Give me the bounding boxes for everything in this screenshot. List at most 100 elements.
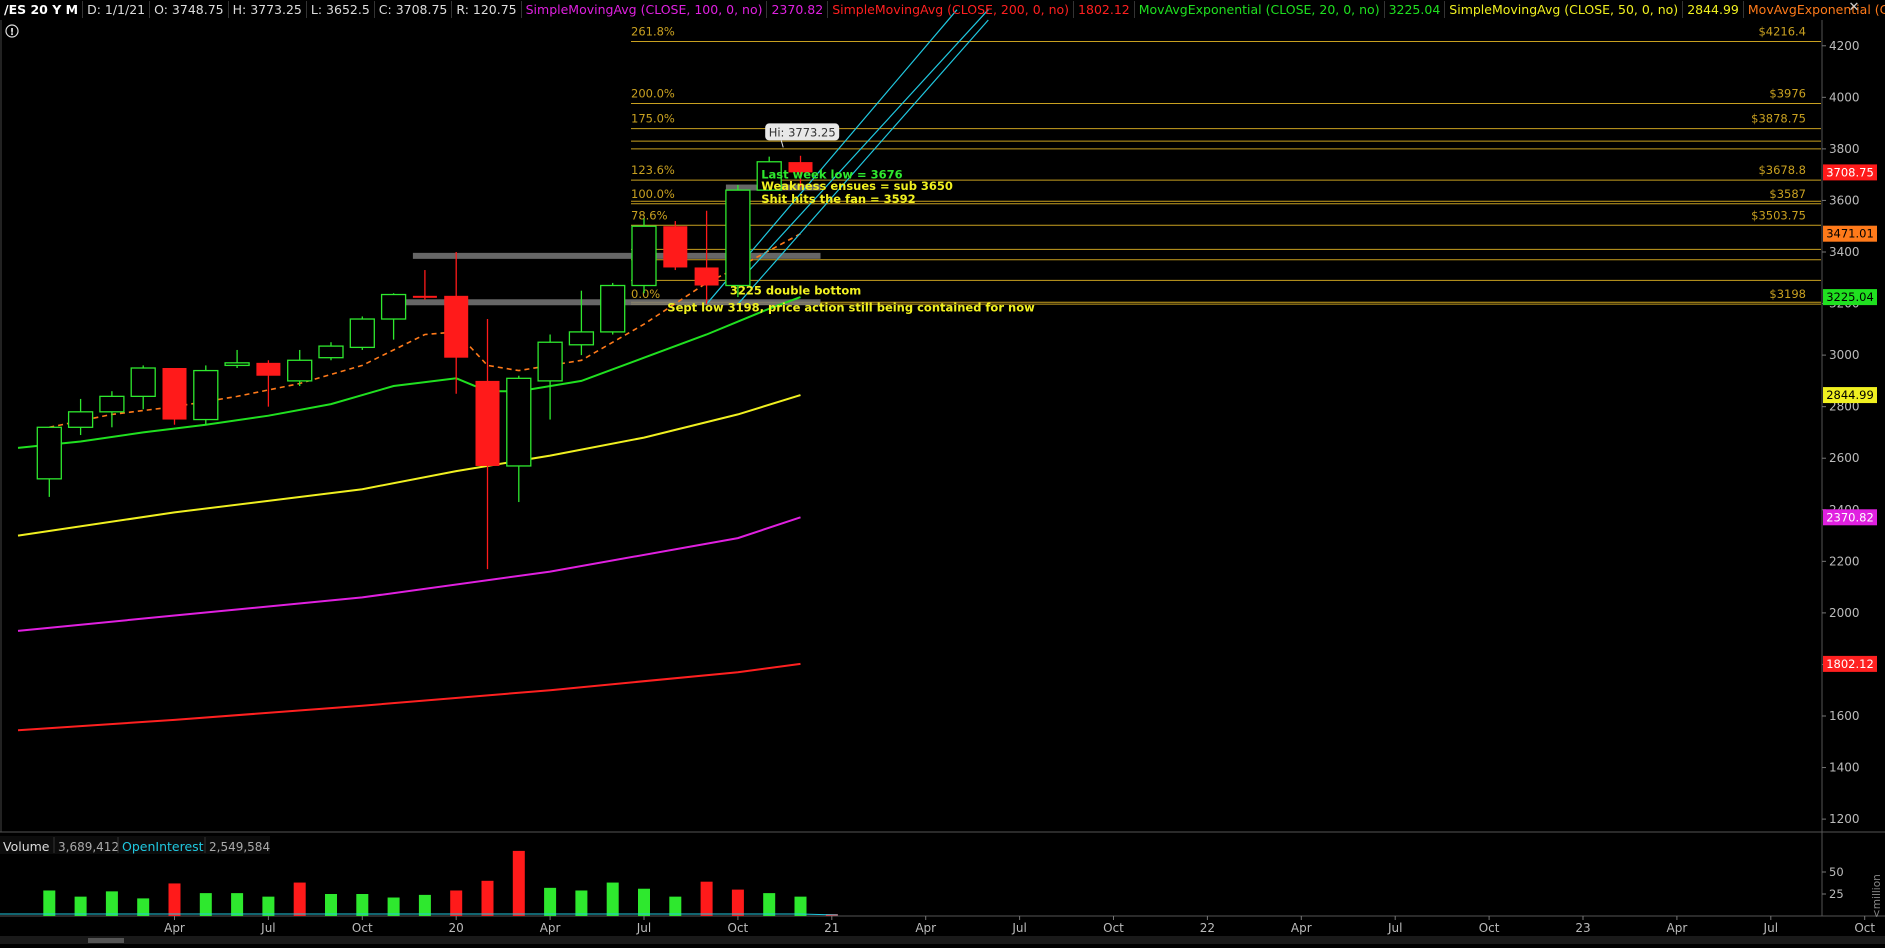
fib-level-pct: 100.0% (631, 187, 675, 201)
candle-body-up (349, 318, 375, 349)
study-legend: SimpleMovingAvg (CLOSE, 100, 0, no) 2370.… (522, 0, 1885, 18)
price-tick-label: 3600 (1829, 193, 1860, 207)
study-legend-label[interactable]: SimpleMovingAvg (CLOSE, 50, 0, no) (1445, 0, 1684, 18)
time-tick-label: Apr (164, 921, 185, 935)
fib-level-price: $4216.4 (1758, 25, 1806, 39)
volume-bar (231, 893, 244, 916)
volume-bar (450, 890, 463, 916)
volume-bar (700, 881, 713, 916)
price-tick-label: 4000 (1829, 90, 1860, 104)
open-interest-label: OpenInterest (122, 839, 204, 854)
volume-bar (137, 898, 150, 916)
candle-body-up (631, 225, 657, 287)
candle-body-down (256, 362, 281, 376)
volume-bar (512, 850, 525, 916)
time-tick-label: 20 (449, 921, 464, 935)
time-tick-label: Apr (540, 921, 561, 935)
study-legend-value: 1802.12 (1074, 0, 1135, 18)
fib-level-pct: 175.0% (631, 112, 675, 126)
candle-body-down (694, 267, 719, 286)
price-chart[interactable]: !120014001600180020002200240026002800300… (0, 0, 1885, 944)
price-tag-value: 2370.82 (1826, 510, 1874, 524)
high-callout-text: Hi: 3773.25 (769, 125, 836, 139)
volume-bar (763, 893, 776, 916)
volume-value: 3,689,412 (58, 840, 119, 854)
price-tag-value: 3225.04 (1826, 290, 1874, 304)
price-tick-label: 2000 (1829, 606, 1860, 620)
fib-level-price: $3587 (1769, 187, 1806, 201)
candle-body-down (412, 295, 437, 298)
price-tick-label: 3800 (1829, 142, 1860, 156)
fib-level-pct: 123.6% (631, 163, 675, 177)
candle-body-up (130, 367, 156, 398)
volume-bar (481, 880, 494, 916)
candle-body-up (224, 362, 250, 367)
time-tick-label: Oct (1479, 921, 1500, 935)
candle-body-up (287, 359, 313, 382)
price-tick-label: 1200 (1829, 812, 1860, 826)
volume-bar (638, 888, 650, 916)
fib-level-pct: 261.8% (631, 25, 675, 39)
volume-bar (43, 890, 56, 916)
time-tick-label: Apr (1667, 921, 1688, 935)
chart-header: /ES 20 Y M D: 1/1/21 O: 3748.75 H: 3773.… (0, 0, 1885, 18)
volume-bar (794, 896, 807, 916)
candle-body-up (600, 284, 626, 333)
chart-annotation: Shit hits the fan = 3592 (761, 192, 915, 206)
low-readout: L: 3652.5 (307, 0, 375, 18)
time-tick-label: Oct (1103, 921, 1124, 935)
volume-bar (418, 894, 431, 916)
price-tick-label: 2600 (1829, 451, 1860, 465)
time-tick-label: Jul (636, 921, 651, 935)
price-tag-value: 2844.99 (1826, 388, 1874, 402)
fib-level-price: $3976 (1769, 87, 1806, 101)
study-legend-label[interactable]: SimpleMovingAvg (CLOSE, 200, 0, no) (828, 0, 1075, 18)
close-readout: C: 3708.75 (375, 0, 453, 18)
candle-body-up (318, 345, 344, 359)
study-legend-label[interactable]: SimpleMovingAvg (CLOSE, 100, 0, no) (522, 0, 768, 18)
candle-body-up (67, 411, 94, 428)
price-tick-label: 4200 (1829, 39, 1860, 53)
study-legend-value: 3225.04 (1385, 0, 1446, 18)
price-tick-label: 2200 (1829, 554, 1860, 568)
study-legend-label[interactable]: MovAvgExponential (CLOSE, 8, 0... (1744, 1, 1885, 18)
time-tick-label: Apr (1291, 921, 1312, 935)
volume-bar (293, 882, 306, 916)
time-tick-label: Oct (1854, 921, 1875, 935)
volume-tick-label: 50 (1829, 865, 1844, 879)
volume-unit-label: <million (1871, 874, 1883, 918)
range-readout: R: 120.75 (452, 0, 522, 18)
candle-body-up (193, 369, 219, 421)
time-tick-label: 22 (1200, 921, 1215, 935)
fib-level-price: $3503.75 (1751, 208, 1806, 222)
time-tick-label: Oct (352, 921, 373, 935)
fib-level-pct: 78.6% (631, 208, 668, 222)
price-tag-value: 3471.01 (1826, 227, 1874, 241)
volume-bar (74, 896, 87, 916)
alert-icon-glyph: ! (10, 27, 15, 38)
date-readout: D: 1/1/21 (83, 0, 151, 18)
candle-body-up (568, 331, 595, 346)
chart-canvas[interactable]: !120014001600180020002200240026002800300… (0, 0, 1885, 944)
fib-level-price: $3678.8 (1758, 163, 1806, 177)
symbol-label[interactable]: /ES 20 Y M (0, 0, 84, 18)
scrollbar-thumb (88, 938, 124, 943)
fib-level-pct: 200.0% (631, 87, 675, 101)
high-readout: H: 3773.25 (229, 0, 307, 18)
volume-label: Volume (3, 839, 50, 854)
volume-tick-label: 25 (1829, 887, 1844, 901)
close-icon[interactable]: ✕ (1845, 0, 1863, 16)
study-legend-value: 2844.99 (1683, 0, 1744, 18)
chart-annotation: Sept low 3198, price action still being … (667, 300, 1035, 314)
price-tag-value: 1802.12 (1826, 657, 1874, 671)
volume-bar (262, 896, 275, 916)
candle-body-up (380, 293, 407, 320)
chart-annotation: 3225 double bottom (730, 284, 861, 298)
time-tick-label: Jul (1011, 921, 1026, 935)
time-tick-label: Oct (728, 921, 749, 935)
price-tick-label: 1400 (1829, 761, 1860, 775)
study-legend-label[interactable]: MovAvgExponential (CLOSE, 20, 0, no) (1135, 0, 1385, 18)
volume-bar (325, 894, 337, 916)
volume-bar (387, 897, 400, 916)
volume-bar (168, 883, 181, 916)
